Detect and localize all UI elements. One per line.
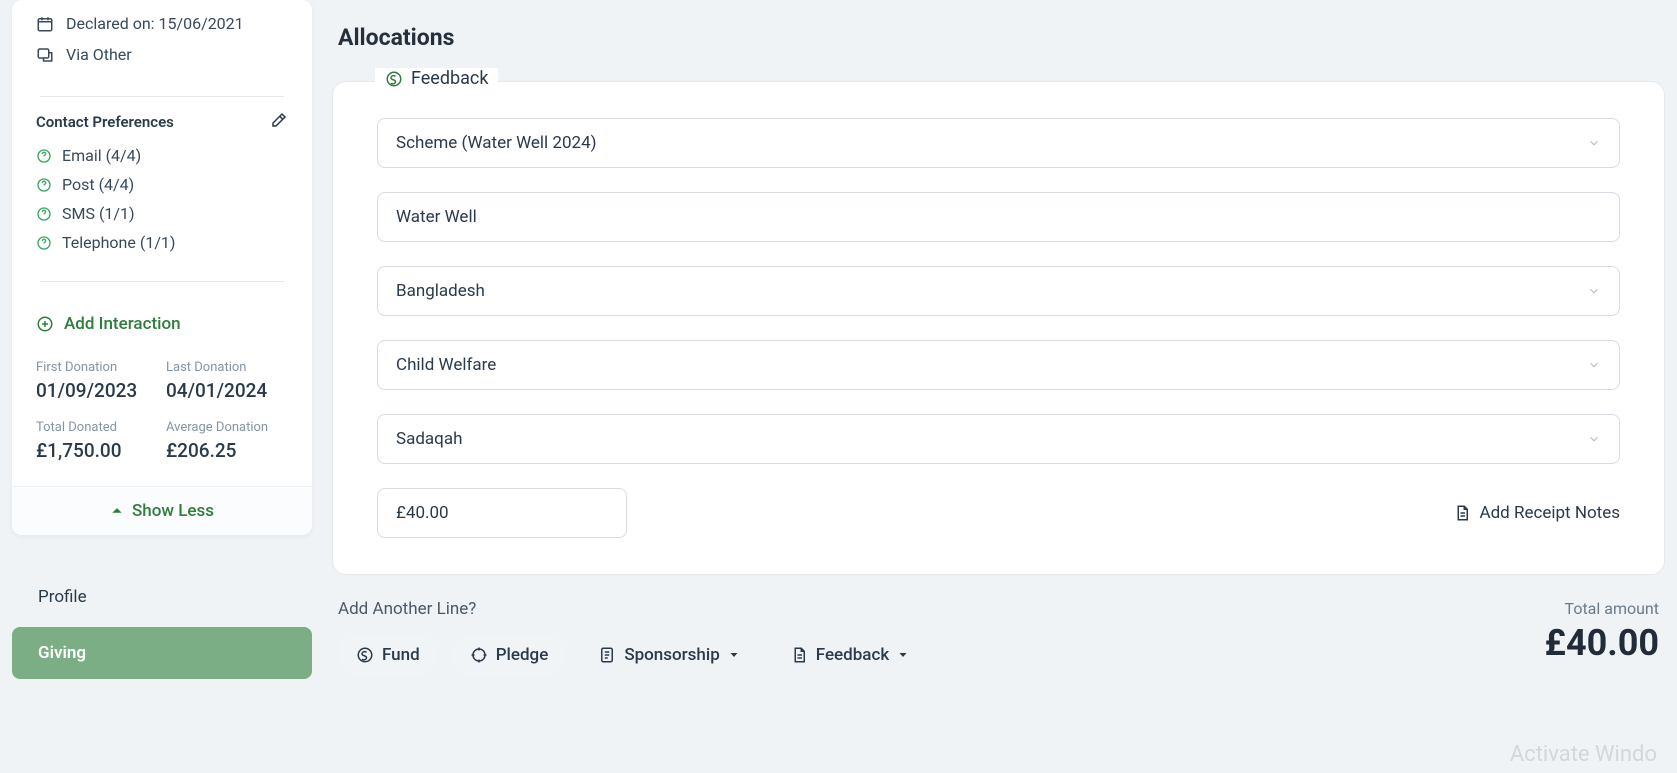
feedback-legend-label: Feedback — [411, 68, 488, 89]
add-feedback-button[interactable]: Feedback — [772, 635, 927, 675]
nav-profile[interactable]: Profile — [12, 571, 312, 623]
chevron-down-icon — [1587, 432, 1601, 446]
pref-email: Email (4/4) — [36, 141, 288, 170]
country-select[interactable]: Bangladesh — [377, 266, 1620, 316]
fund-type-value: Sadaqah — [396, 429, 462, 449]
total-amount-label: Total amount — [1545, 599, 1659, 618]
amount-value: £40.00 — [396, 503, 449, 523]
pill-label: Sponsorship — [624, 645, 719, 665]
document-icon — [1453, 504, 1471, 522]
pill-label: Pledge — [496, 645, 549, 665]
add-receipt-notes-button[interactable]: Add Receipt Notes — [1453, 503, 1620, 523]
stat-label: Last Donation — [166, 360, 288, 375]
target-icon — [470, 646, 488, 664]
total-amount-value: £40.00 — [1545, 622, 1659, 664]
pill-label: Fund — [382, 645, 420, 665]
stat-label: First Donation — [36, 360, 158, 375]
declared-on-date: 15/06/2021 — [159, 14, 244, 33]
pref-telephone: Telephone (1/1) — [36, 228, 288, 257]
stat-last-donation: Last Donation 04/01/2024 — [166, 360, 288, 402]
declared-on-row: Declared on: 15/06/2021 — [36, 8, 288, 39]
divider — [40, 281, 284, 282]
caret-down-icon — [897, 649, 909, 661]
stat-value: 04/01/2024 — [166, 379, 288, 402]
pref-post: Post (4/4) — [36, 170, 288, 199]
page-title: Allocations — [332, 0, 1665, 81]
sponsorship-icon — [598, 646, 616, 664]
status-ok-icon — [36, 206, 52, 222]
stat-value: £206.25 — [166, 439, 288, 462]
add-pledge-button[interactable]: Pledge — [452, 635, 567, 675]
declared-on-prefix: Declared on: — [66, 14, 159, 33]
feedback-card: Feedback Scheme (Water Well 2024) Water … — [332, 81, 1665, 575]
via-icon — [36, 46, 54, 64]
caret-down-icon — [728, 649, 740, 661]
chevron-down-icon — [1587, 284, 1601, 298]
currency-circle-icon — [356, 646, 374, 664]
item-name-input[interactable]: Water Well — [377, 192, 1620, 242]
pill-label: Feedback — [816, 645, 889, 665]
pref-sms: SMS (1/1) — [36, 199, 288, 228]
category-select[interactable]: Child Welfare — [377, 340, 1620, 390]
pref-item-label: Telephone (1/1) — [62, 233, 175, 252]
status-ok-icon — [36, 148, 52, 164]
nav-giving[interactable]: Giving — [12, 627, 312, 679]
chevron-down-icon — [1587, 136, 1601, 150]
divider — [40, 96, 284, 97]
calendar-icon — [36, 15, 54, 33]
plus-circle-icon — [36, 315, 54, 333]
country-value: Bangladesh — [396, 281, 485, 301]
via-other-row: Via Other — [36, 39, 288, 70]
contact-preferences-heading: Contact Preferences — [36, 113, 174, 131]
show-less-button[interactable]: Show Less — [12, 486, 312, 535]
via-other-label: Via Other — [66, 45, 132, 64]
status-ok-icon — [36, 177, 52, 193]
fund-type-select[interactable]: Sadaqah — [377, 414, 1620, 464]
amount-input[interactable]: £40.00 — [377, 488, 627, 538]
pencil-icon — [270, 111, 288, 129]
scheme-value: Scheme (Water Well 2024) — [396, 133, 597, 153]
feedback-legend: Feedback — [375, 68, 498, 89]
stat-label: Total Donated — [36, 420, 158, 435]
pref-item-label: Post (4/4) — [62, 175, 134, 194]
show-less-label: Show Less — [132, 501, 214, 521]
chevron-down-icon — [1587, 358, 1601, 372]
add-interaction-button[interactable]: Add Interaction — [12, 296, 312, 342]
add-interaction-label: Add Interaction — [64, 314, 181, 334]
stat-total-donated: Total Donated £1,750.00 — [36, 420, 158, 462]
add-another-line-label: Add Another Line? — [338, 599, 927, 619]
item-name-value: Water Well — [396, 207, 477, 227]
category-value: Child Welfare — [396, 355, 496, 375]
currency-circle-icon — [385, 70, 403, 88]
stat-value: 01/09/2023 — [36, 379, 158, 402]
add-receipt-notes-label: Add Receipt Notes — [1479, 503, 1620, 523]
stat-value: £1,750.00 — [36, 439, 158, 462]
scheme-select[interactable]: Scheme (Water Well 2024) — [377, 118, 1620, 168]
add-fund-button[interactable]: Fund — [338, 635, 438, 675]
add-sponsorship-button[interactable]: Sponsorship — [580, 635, 757, 675]
chevron-up-icon — [110, 504, 124, 518]
stat-first-donation: First Donation 01/09/2023 — [36, 360, 158, 402]
stat-average-donation: Average Donation £206.25 — [166, 420, 288, 462]
pref-item-label: SMS (1/1) — [62, 204, 135, 223]
stat-label: Average Donation — [166, 420, 288, 435]
pref-item-label: Email (4/4) — [62, 146, 141, 165]
edit-contact-preferences-button[interactable] — [270, 111, 288, 133]
status-ok-icon — [36, 235, 52, 251]
document-icon — [790, 646, 808, 664]
